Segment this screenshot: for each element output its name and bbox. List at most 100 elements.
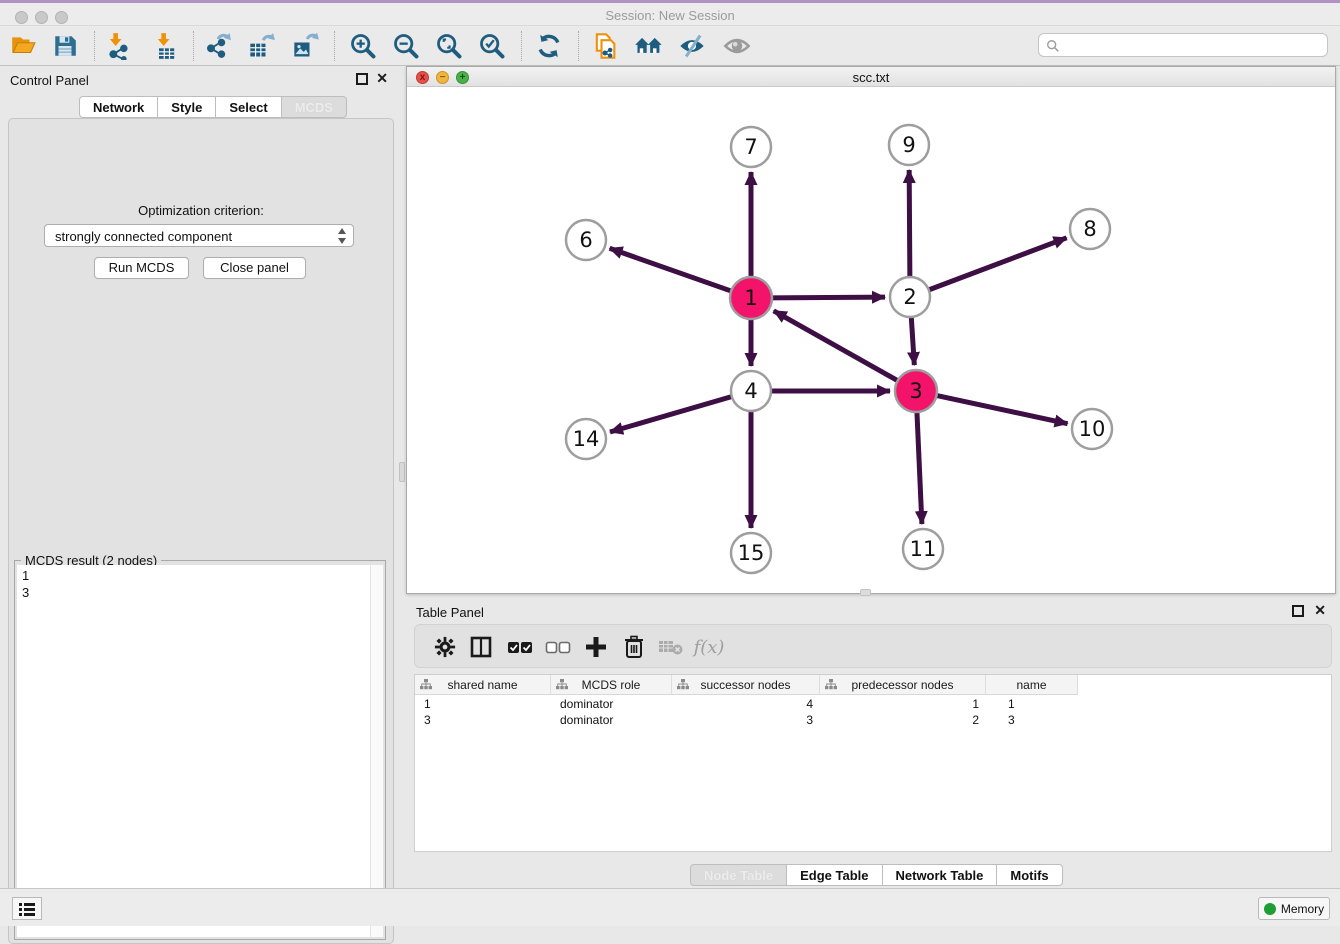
houses-button[interactable]: [632, 30, 666, 62]
column-header-successor-nodes[interactable]: successor nodes: [672, 675, 820, 695]
mcds-result-list[interactable]: 1 3: [17, 565, 370, 937]
zoom-selected-icon: [478, 32, 506, 60]
save-session-button[interactable]: [48, 30, 82, 62]
delete-table-icon: [658, 637, 684, 657]
zoom-out-button[interactable]: [389, 30, 423, 62]
column-header-MCDS-role[interactable]: MCDS role: [551, 675, 672, 695]
search-icon: [1046, 39, 1060, 53]
task-history-button[interactable]: [12, 897, 42, 920]
graph-node-2[interactable]: 2: [890, 277, 930, 317]
graph-edge-3-10[interactable]: [935, 395, 1068, 424]
export-network-button[interactable]: [201, 30, 235, 62]
table-row[interactable]: 1dominator411: [415, 696, 1078, 712]
tab-select[interactable]: Select: [216, 96, 281, 118]
deselect-checkboxes-icon: [545, 638, 571, 656]
graph-edge-3-1[interactable]: [774, 311, 900, 382]
graph-node-4[interactable]: 4: [731, 371, 771, 411]
toolbar-separator: [521, 31, 522, 61]
table-panel-tabs: Node TableEdge TableNetwork TableMotifs: [690, 864, 1063, 886]
graph-node-6[interactable]: 6: [566, 220, 606, 260]
criterion-value: strongly connected component: [55, 229, 232, 244]
open-file-button[interactable]: [6, 30, 40, 62]
add-column-button[interactable]: [580, 632, 612, 662]
graph-node-label: 6: [579, 228, 592, 252]
table-cell: 2: [820, 712, 986, 728]
toolbar-search: [1038, 33, 1328, 57]
graph-node-label: 3: [909, 379, 922, 403]
tab-style[interactable]: Style: [158, 96, 216, 118]
graph-edge-2-9[interactable]: [909, 170, 910, 279]
memory-button[interactable]: Memory: [1258, 897, 1330, 920]
export-image-button[interactable]: [289, 30, 323, 62]
graph-edge-2-8[interactable]: [927, 238, 1067, 291]
graph-edge-3-11[interactable]: [917, 410, 922, 524]
delete-column-button[interactable]: [618, 632, 650, 662]
horizontal-splitter-handle[interactable]: [860, 589, 871, 596]
export-table-button[interactable]: [245, 30, 279, 62]
table-tab-network-table[interactable]: Network Table: [883, 864, 998, 886]
titlebar: Session: New Session: [0, 3, 1340, 26]
hide-eye-button[interactable]: [675, 30, 709, 62]
result-scrollbar[interactable]: [370, 565, 383, 937]
zoom-fit-icon: [435, 32, 463, 60]
graph-edge-1-2[interactable]: [770, 297, 885, 298]
vertical-splitter-handle[interactable]: [399, 462, 405, 482]
refresh-layout-icon: [535, 32, 563, 60]
table-tab-node-table[interactable]: Node Table: [690, 864, 787, 886]
import-table-icon: [152, 32, 180, 60]
toolbar-separator: [578, 31, 579, 61]
zoom-fit-button[interactable]: [432, 30, 466, 62]
table-cell: 1: [820, 696, 986, 712]
graph-node-3[interactable]: 3: [895, 370, 937, 412]
add-column-icon: [584, 635, 608, 659]
control-panel-header: Control Panel ✕: [0, 66, 402, 94]
float-panel-button[interactable]: [356, 73, 368, 85]
select-all-checkboxes-button[interactable]: [504, 632, 536, 662]
node-table: shared nameMCDS rolesuccessor nodesprede…: [414, 674, 1332, 852]
memory-label: Memory: [1281, 902, 1324, 916]
close-panel-button-mcds[interactable]: Close panel: [203, 257, 306, 279]
graph-node-8[interactable]: 8: [1070, 209, 1110, 249]
graph-node-15[interactable]: 15: [731, 533, 771, 573]
column-header-name[interactable]: name: [986, 675, 1078, 695]
graph-node-10[interactable]: 10: [1072, 409, 1112, 449]
save-session-icon: [52, 33, 78, 59]
criterion-dropdown[interactable]: strongly connected component: [44, 224, 354, 247]
graph-edge-2-3[interactable]: [911, 315, 914, 365]
graph-node-14[interactable]: 14: [566, 419, 606, 459]
column-header-predecessor-nodes[interactable]: predecessor nodes: [820, 675, 986, 695]
graph-edge-1-6[interactable]: [610, 248, 733, 291]
split-columns-button[interactable]: [465, 632, 497, 662]
table-row[interactable]: 3dominator323: [415, 712, 1078, 728]
houses-icon: [634, 33, 664, 59]
column-header-shared-name[interactable]: shared name: [415, 675, 551, 695]
tab-mcds[interactable]: MCDS: [282, 96, 347, 118]
tab-network[interactable]: Network: [79, 96, 158, 118]
deselect-checkboxes-button[interactable]: [542, 632, 574, 662]
duplicate-network-button[interactable]: [588, 30, 622, 62]
graph-node-9[interactable]: 9: [889, 125, 929, 165]
graph-node-11[interactable]: 11: [903, 529, 943, 569]
refresh-layout-button[interactable]: [532, 30, 566, 62]
graph-node-label: 7: [744, 135, 757, 159]
graph-node-7[interactable]: 7: [731, 127, 771, 167]
graph-node-1[interactable]: 1: [730, 277, 772, 319]
show-eye-button[interactable]: [720, 30, 754, 62]
network-canvas[interactable]: 7 9 6 8 1 2 4 3 14 10 15 11: [407, 87, 1335, 593]
search-input[interactable]: [1063, 36, 1321, 54]
import-network-button[interactable]: [101, 30, 135, 62]
table-close-button[interactable]: ✕: [1314, 602, 1326, 619]
settings-gear-button[interactable]: [429, 632, 461, 662]
zoom-selected-button[interactable]: [475, 30, 509, 62]
table-float-button[interactable]: [1292, 605, 1304, 617]
run-mcds-button[interactable]: Run MCDS: [94, 257, 189, 279]
table-tab-edge-table[interactable]: Edge Table: [787, 864, 882, 886]
table-tab-motifs[interactable]: Motifs: [997, 864, 1062, 886]
graph-node-label: 4: [744, 379, 757, 403]
close-panel-button[interactable]: ✕: [376, 70, 388, 87]
import-table-button[interactable]: [149, 30, 183, 62]
table-cell: 3: [415, 712, 551, 728]
graph-edge-4-14[interactable]: [610, 396, 734, 432]
network-window-titlebar: x − + scc.txt: [407, 67, 1335, 87]
zoom-in-button[interactable]: [346, 30, 380, 62]
